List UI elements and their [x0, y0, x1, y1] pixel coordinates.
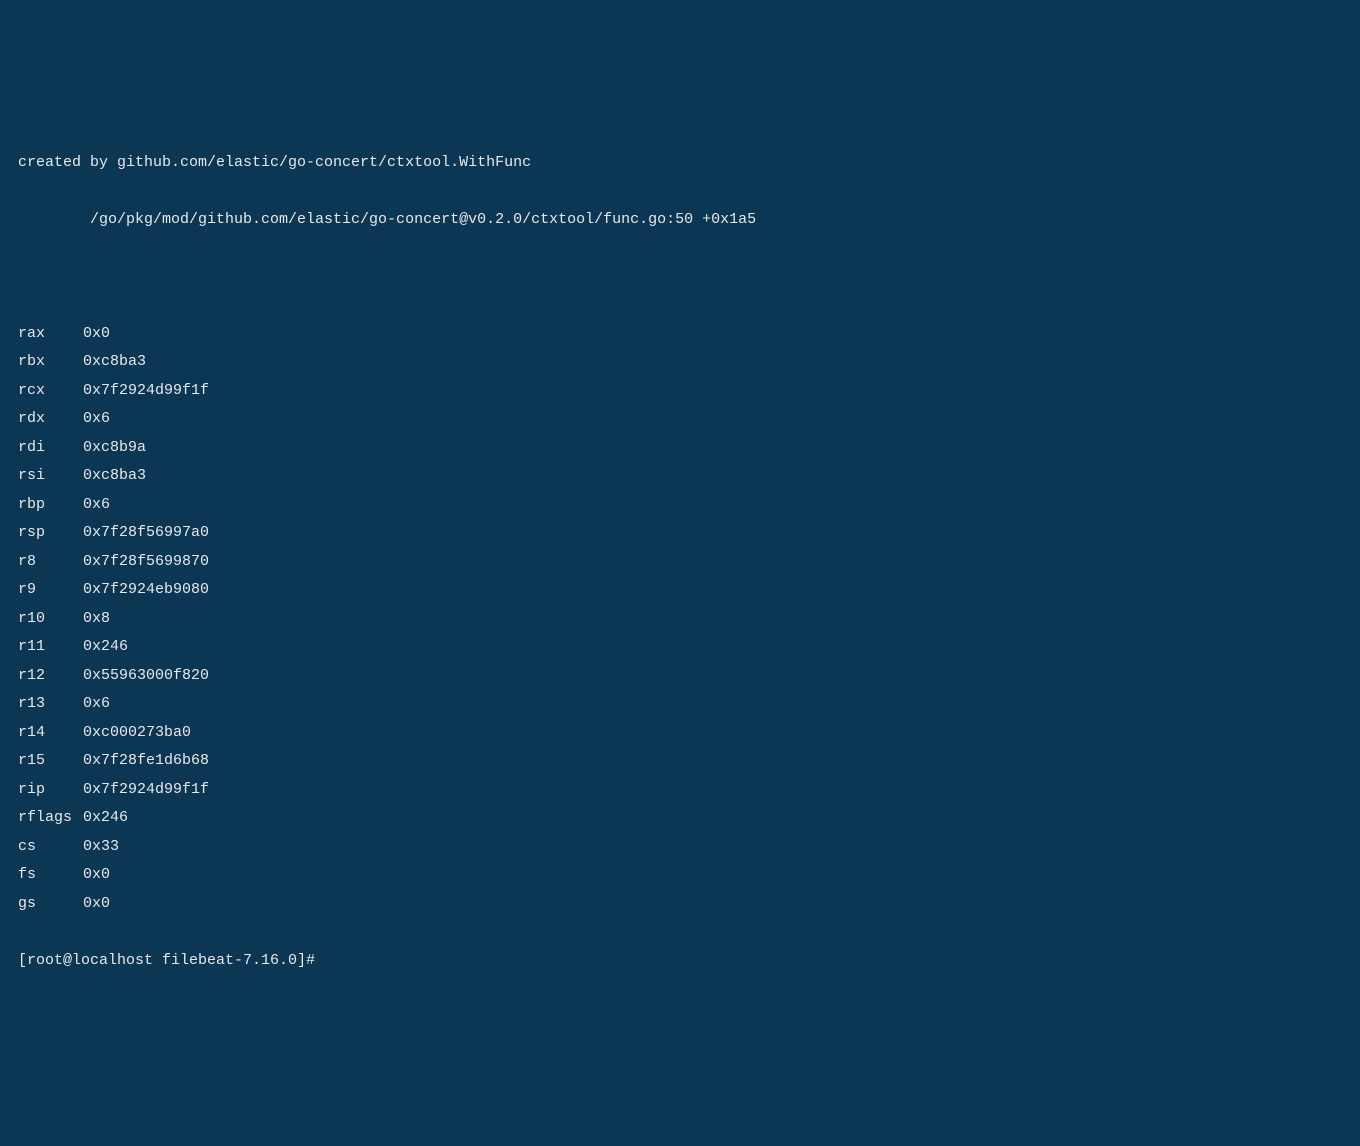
- register-row: cs 0x33: [18, 833, 1342, 862]
- register-name: rflags: [18, 804, 74, 833]
- register-row: r8 0x7f28f5699870: [18, 548, 1342, 577]
- register-row: r12 0x55963000f820: [18, 662, 1342, 691]
- register-name: rbx: [18, 348, 74, 377]
- register-value: 0x246: [83, 809, 128, 826]
- register-name: rsp: [18, 519, 74, 548]
- register-value: 0x0: [83, 895, 110, 912]
- register-row: gs 0x0: [18, 890, 1342, 919]
- terminal-output[interactable]: created by github.com/elastic/go-concert…: [18, 120, 1342, 1004]
- register-value: 0x7f28fe1d6b68: [83, 752, 209, 769]
- register-row: rbp 0x6: [18, 491, 1342, 520]
- register-name: rax: [18, 320, 74, 349]
- register-value: 0x0: [83, 325, 110, 342]
- register-row: rsi 0xc8ba3: [18, 462, 1342, 491]
- register-value: 0x7f2924d99f1f: [83, 781, 209, 798]
- register-name: r13: [18, 690, 74, 719]
- register-value: 0x7f28f5699870: [83, 553, 209, 570]
- register-value: 0x246: [83, 638, 128, 655]
- register-row: rflags 0x246: [18, 804, 1342, 833]
- register-value: 0x7f28f56997a0: [83, 524, 209, 541]
- register-name: rbp: [18, 491, 74, 520]
- register-row: rdx 0x6: [18, 405, 1342, 434]
- register-value: 0x55963000f820: [83, 667, 209, 684]
- register-name: fs: [18, 861, 74, 890]
- stack-trace-line-2: /go/pkg/mod/github.com/elastic/go-concer…: [18, 206, 1342, 235]
- register-value: 0x8: [83, 610, 110, 627]
- prompt-text: [root@localhost filebeat-7.16.0]#: [18, 952, 315, 969]
- stack-trace-line-1: created by github.com/elastic/go-concert…: [18, 149, 1342, 178]
- register-value: 0x6: [83, 410, 110, 427]
- register-row: r10 0x8: [18, 605, 1342, 634]
- register-row: rip 0x7f2924d99f1f: [18, 776, 1342, 805]
- register-name: rdx: [18, 405, 74, 434]
- register-row: r11 0x246: [18, 633, 1342, 662]
- register-value: 0xc8ba3: [83, 353, 146, 370]
- register-value: 0xc8ba3: [83, 467, 146, 484]
- blank-line: [18, 263, 1342, 292]
- register-name: rcx: [18, 377, 74, 406]
- register-value: 0xc8b9a: [83, 439, 146, 456]
- register-value: 0x6: [83, 496, 110, 513]
- register-row: rdi 0xc8b9a: [18, 434, 1342, 463]
- register-value: 0x0: [83, 866, 110, 883]
- register-name: rdi: [18, 434, 74, 463]
- register-row: r13 0x6: [18, 690, 1342, 719]
- register-name: rip: [18, 776, 74, 805]
- register-name: r9: [18, 576, 74, 605]
- register-name: r10: [18, 605, 74, 634]
- register-name: gs: [18, 890, 74, 919]
- register-name: r12: [18, 662, 74, 691]
- shell-prompt[interactable]: [root@localhost filebeat-7.16.0]#: [18, 947, 1342, 976]
- register-value: 0x7f2924d99f1f: [83, 382, 209, 399]
- cursor: [315, 947, 324, 976]
- register-name: r14: [18, 719, 74, 748]
- register-row: r14 0xc000273ba0: [18, 719, 1342, 748]
- register-value: 0xc000273ba0: [83, 724, 191, 741]
- register-row: rax 0x0: [18, 320, 1342, 349]
- register-name: r8: [18, 548, 74, 577]
- register-value: 0x6: [83, 695, 110, 712]
- register-row: rcx 0x7f2924d99f1f: [18, 377, 1342, 406]
- register-row: r9 0x7f2924eb9080: [18, 576, 1342, 605]
- register-row: rsp 0x7f28f56997a0: [18, 519, 1342, 548]
- register-name: r11: [18, 633, 74, 662]
- register-value: 0x7f2924eb9080: [83, 581, 209, 598]
- register-row: r15 0x7f28fe1d6b68: [18, 747, 1342, 776]
- register-value: 0x33: [83, 838, 119, 855]
- register-row: rbx 0xc8ba3: [18, 348, 1342, 377]
- register-name: r15: [18, 747, 74, 776]
- register-row: fs 0x0: [18, 861, 1342, 890]
- register-name: rsi: [18, 462, 74, 491]
- register-name: cs: [18, 833, 74, 862]
